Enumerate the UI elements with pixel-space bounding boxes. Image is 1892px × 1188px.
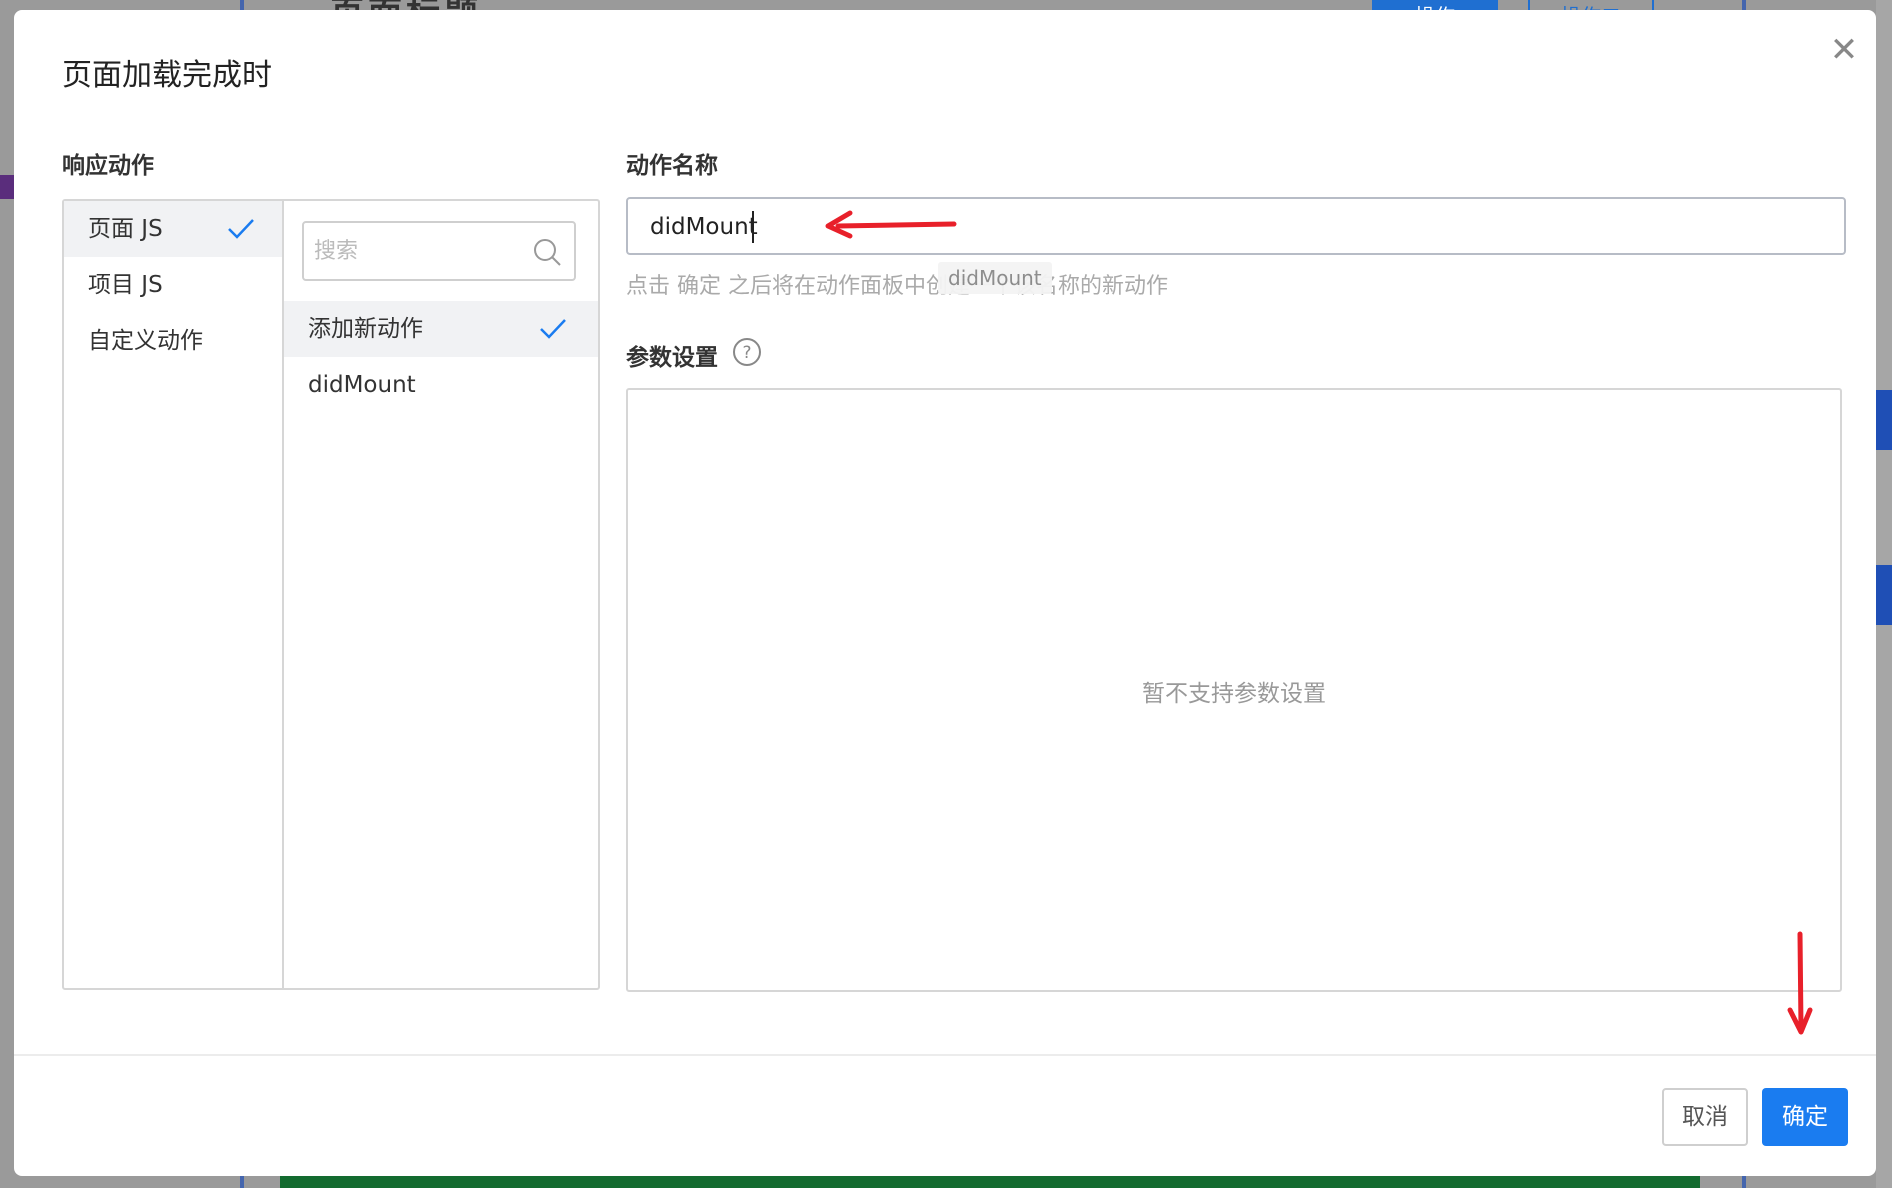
check-icon [540,319,566,339]
background-right-blue-2 [1876,565,1892,625]
dialog-title: 页面加载完成时 [62,58,272,93]
action-item-didmount[interactable]: didMount [284,357,598,413]
action-name-field[interactable] [626,197,1846,255]
category-item-custom-action[interactable]: 自定义动作 [64,313,282,369]
response-actions-panel: 页面 JS 项目 JS 自定义动作 添加新动作 didMount [62,199,600,990]
ok-button[interactable]: 确定 [1762,1088,1848,1146]
params-label: 参数设置 [626,345,718,371]
category-label: 自定义动作 [88,328,203,354]
category-item-project-js[interactable]: 项目 JS [64,257,282,313]
category-label: 页面 JS [88,216,163,242]
annotation-arrow-down-icon [1787,931,1813,1035]
action-name-hint: 点击 确定 之后将在动作面板中创建一个该名称的新动作 [626,274,1168,299]
svg-text:?: ? [742,343,751,363]
dialog: 页面加载完成时 ✕ 响应动作 动作名称 页面 JS 项目 JS 自定义动作 添加… [14,10,1876,1176]
footer-divider [14,1054,1876,1056]
search-input[interactable] [314,233,514,269]
text-caret [752,211,754,243]
hint-tooltip: didMount [938,262,1052,294]
action-item-add-new[interactable]: 添加新动作 [284,301,598,357]
background-left-bar [0,175,14,199]
category-item-page-js[interactable]: 页面 JS [64,201,282,257]
params-panel: 暂不支持参数设置 [626,388,1842,992]
check-icon [228,219,254,239]
action-label: 添加新动作 [308,316,423,342]
annotation-arrow-left-icon [825,210,957,239]
help-icon[interactable]: ? [732,337,762,367]
category-label: 项目 JS [88,272,163,298]
cancel-button[interactable]: 取消 [1662,1088,1748,1146]
action-label: didMount [308,372,416,398]
search-icon[interactable] [532,237,562,267]
response-actions-label: 响应动作 [62,153,154,179]
close-icon[interactable]: ✕ [1826,32,1862,68]
params-empty-text: 暂不支持参数设置 [1142,681,1326,707]
action-name-label: 动作名称 [626,153,718,179]
search-box[interactable] [302,221,576,281]
background-green-bar [280,1176,1700,1188]
background-right-blue-1 [1876,390,1892,450]
